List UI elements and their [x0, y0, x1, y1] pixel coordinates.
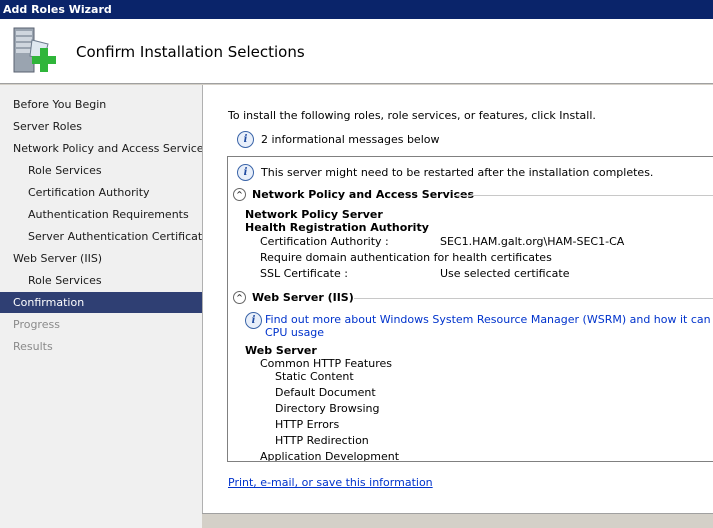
feature: HTTP Redirection [275, 434, 369, 447]
feature: Default Document [275, 386, 376, 399]
collapse-icon[interactable]: ^ [233, 188, 246, 201]
button-bar [202, 513, 713, 528]
section-divider [454, 195, 713, 196]
feature: HTTP Errors [275, 418, 340, 431]
page-title: Confirm Installation Selections [76, 43, 305, 61]
info-icon: i [237, 131, 254, 148]
restart-note: i This server might need to be restarted… [237, 164, 653, 181]
feature: Directory Browsing [275, 402, 380, 415]
nav-item-npas-role-services[interactable]: Role Services [0, 160, 202, 181]
service-name: Health Registration Authority [245, 221, 429, 234]
collapse-icon[interactable]: ^ [233, 291, 246, 304]
nav-item-before-you-begin[interactable]: Before You Begin [0, 94, 202, 115]
feature: Static Content [275, 370, 354, 383]
nav-item-web-server-iis[interactable]: Web Server (IIS) [0, 248, 202, 269]
instruction-text: To install the following roles, role ser… [228, 109, 596, 122]
section-header-npas[interactable]: ^ Network Policy and Access Services [233, 188, 474, 201]
section-divider [354, 298, 713, 299]
window-title-bar[interactable]: Add Roles Wizard [0, 0, 713, 19]
nav-item-certification-authority[interactable]: Certification Authority [0, 182, 202, 203]
service-name: Web Server [245, 344, 317, 357]
info-summary: i 2 informational messages below [237, 131, 439, 148]
server-roles-add-icon [13, 27, 56, 73]
nav-item-iis-role-services[interactable]: Role Services [0, 270, 202, 291]
setting-label: Certification Authority : [260, 235, 389, 248]
section-header-iis[interactable]: ^ Web Server (IIS) [233, 291, 354, 304]
main-content: To install the following roles, role ser… [202, 85, 713, 528]
nav-item-results: Results [13, 340, 53, 353]
feature-group: Application Development [260, 450, 400, 462]
wsrm-link-cont[interactable]: CPU usage [265, 326, 324, 339]
setting-value: SEC1.HAM.galt.org\HAM-SEC1-CA [440, 235, 625, 248]
service-name: Network Policy Server [245, 208, 383, 221]
selections-panel[interactable]: i This server might need to be restarted… [227, 156, 713, 462]
wsrm-link[interactable]: Find out more about Windows System Resou… [265, 313, 713, 326]
setting-label: SSL Certificate : [260, 267, 348, 280]
nav-item-npas[interactable]: Network Policy and Access Services [0, 138, 209, 159]
nav-item-server-authentication-certificate[interactable]: Server Authentication Certificate [0, 226, 209, 247]
info-icon: i [245, 312, 262, 329]
feature-group: Common HTTP Features [260, 357, 392, 370]
nav-item-authentication-requirements[interactable]: Authentication Requirements [0, 204, 202, 225]
wizard-nav: Before You Begin Server Roles Network Po… [0, 85, 209, 528]
info-icon: i [237, 164, 254, 181]
wizard-header: Confirm Installation Selections [0, 19, 713, 84]
print-save-link[interactable]: Print, e-mail, or save this information [228, 476, 433, 489]
window-title: Add Roles Wizard [3, 3, 112, 16]
nav-item-server-roles[interactable]: Server Roles [0, 116, 202, 137]
nav-item-confirmation[interactable]: Confirmation [0, 292, 202, 313]
setting-text: Require domain authentication for health… [260, 251, 552, 264]
setting-value: Use selected certificate [440, 267, 570, 280]
nav-item-progress: Progress [13, 318, 60, 331]
